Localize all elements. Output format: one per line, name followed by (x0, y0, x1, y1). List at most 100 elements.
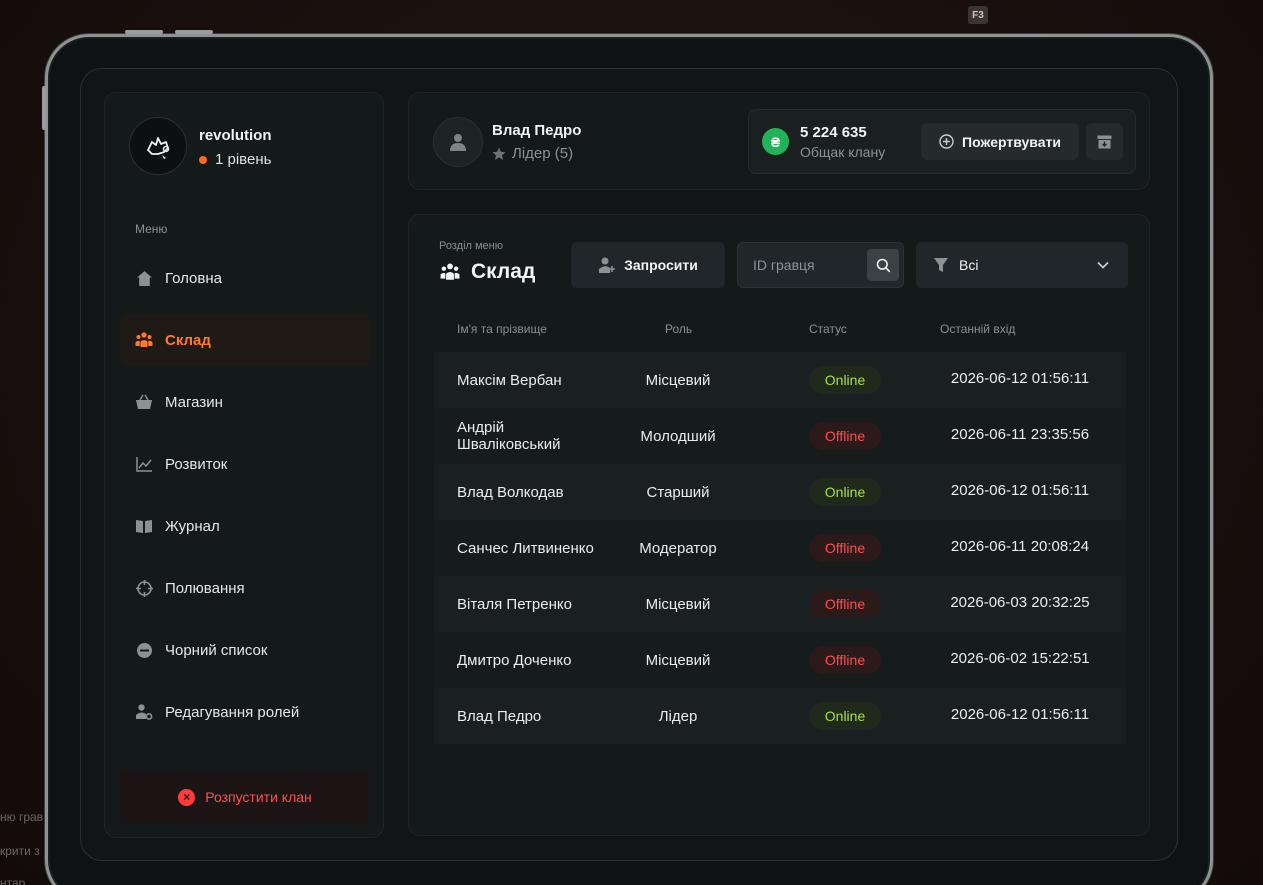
background-text: крити з (0, 844, 40, 858)
members-table: Максім Вербан Місцевий Online 2026-06-12… (434, 352, 1126, 744)
sidebar-item-label: Склад (165, 331, 211, 349)
table-row[interactable]: Віталя Петренко Місцевий Offline 2026-06… (434, 576, 1126, 632)
column-header-role: Роль (665, 322, 693, 336)
disband-clan-label: Розпустити клан (205, 789, 312, 805)
member-last-login: 2026-06-03 20:32:25 (950, 593, 1090, 611)
member-name: Віталя Петренко (457, 595, 572, 613)
section-label: Розділ меню (439, 240, 503, 252)
member-role: Модератор (639, 539, 717, 557)
member-last-login: 2026-06-11 20:08:24 (950, 537, 1090, 555)
invite-button[interactable]: Запросити (571, 242, 725, 288)
status-badge: Offline (809, 590, 881, 618)
star-icon (492, 147, 506, 160)
sidebar-item-shop[interactable]: Магазин (120, 376, 370, 428)
search-icon (876, 258, 890, 272)
user-gear-icon (135, 703, 153, 721)
user-icon (450, 134, 466, 151)
clan-bank: ₴ 5 224 635 Общак клану Пожертвувати (748, 109, 1136, 174)
player-role-text: Лідер (5) (512, 145, 574, 162)
sidebar-item-development[interactable]: Розвиток (120, 438, 370, 490)
table-row[interactable]: Максім Вербан Місцевий Online 2026-06-12… (434, 352, 1126, 408)
status-filter-select[interactable]: Всі (916, 242, 1128, 288)
table-row[interactable]: Влад Педро Лідер Online 2026-06-12 01:56… (434, 688, 1126, 744)
column-header-name: Ім'я та прізвище (457, 322, 547, 336)
donate-button[interactable]: Пожертвувати (921, 123, 1079, 160)
tablet-button (175, 30, 213, 34)
clan-level: 1 рівень (199, 151, 271, 168)
filter-icon (934, 258, 948, 272)
member-name: Дмитро Доченко (457, 651, 572, 669)
search-button[interactable] (867, 249, 899, 281)
member-last-login: 2026-06-02 15:22:51 (950, 649, 1090, 667)
status-badge: Offline (809, 422, 881, 450)
member-role: Старший (646, 483, 710, 501)
roster-panel: Розділ меню Склад Запросити Всі Ім'я та … (408, 214, 1150, 836)
member-role: Місцевий (645, 651, 711, 669)
player-name: Влад Педро (492, 122, 582, 139)
member-last-login: 2026-06-12 01:56:11 (950, 705, 1090, 723)
chart-icon (135, 455, 153, 473)
member-name: Максім Вербан (457, 371, 562, 389)
avatar (433, 117, 483, 167)
clan-name: revolution (199, 127, 272, 144)
page-title: Склад (439, 260, 535, 284)
chevron-down-icon (1097, 261, 1109, 269)
bank-label: Общак клану (800, 144, 886, 160)
boar-icon (147, 137, 170, 159)
sidebar-item-journal[interactable]: Журнал (120, 500, 370, 552)
sidebar-item-label: Чорний список (165, 641, 268, 659)
clan-logo (129, 117, 187, 175)
sidebar-item-roster[interactable]: Склад (120, 314, 370, 366)
disband-clan-button[interactable]: × Розпустити клан (120, 771, 370, 823)
table-row[interactable]: Санчес Литвиненко Модератор Offline 2026… (434, 520, 1126, 576)
block-icon (135, 641, 153, 659)
background-text: ню грав (0, 810, 44, 824)
member-role: Лідер (658, 707, 698, 725)
archive-icon (1097, 135, 1112, 148)
status-badge: Offline (809, 646, 881, 674)
status-badge: Online (809, 478, 881, 506)
sidebar-item-home[interactable]: Головна (120, 252, 370, 304)
level-dot (199, 155, 207, 164)
filter-value: Всі (959, 257, 979, 273)
member-name: Влад Педро (457, 707, 542, 725)
crosshair-icon (135, 579, 153, 597)
basket-icon (135, 393, 153, 411)
page-title-text: Склад (471, 260, 536, 283)
sidebar-item-label: Журнал (165, 517, 220, 535)
users-icon (135, 331, 153, 349)
home-icon (135, 269, 153, 287)
background-text: нтар (0, 876, 26, 885)
search-box (737, 242, 904, 288)
member-name: Влад Волкодав (457, 483, 564, 501)
status-badge: Offline (809, 534, 881, 562)
column-header-last-login: Останній вхід (940, 322, 1016, 336)
sidebar-item-edit-roles[interactable]: Редагування ролей (120, 686, 370, 738)
donate-label: Пожертвувати (962, 133, 1061, 150)
f3-key-hint: F3 (968, 6, 988, 24)
member-role: Місцевий (645, 595, 711, 613)
status-badge: Online (809, 702, 881, 730)
sidebar-item-label: Розвиток (165, 455, 228, 473)
tablet-button (42, 86, 46, 130)
menu-title: Меню (135, 222, 168, 236)
close-icon: × (178, 788, 196, 806)
player-role: Лідер (5) (492, 145, 573, 162)
plus-circle-icon (939, 134, 954, 149)
invite-label: Запросити (624, 257, 698, 273)
table-row[interactable]: Дмитро Доченко Місцевий Offline 2026-06-… (434, 632, 1126, 688)
sidebar-item-hunting[interactable]: Полювання (120, 562, 370, 614)
clan-level-text: 1 рівень (215, 151, 272, 168)
member-last-login: 2026-06-11 23:35:56 (950, 425, 1090, 443)
archive-button[interactable] (1086, 123, 1123, 160)
table-row[interactable]: Влад Волкодав Старший Online 2026-06-12 … (434, 464, 1126, 520)
sidebar-item-blacklist[interactable]: Чорний список (120, 624, 370, 676)
table-row[interactable]: Андрій Шваліковський Молодший Offline 20… (434, 408, 1126, 464)
book-icon (135, 517, 153, 535)
member-name: Санчес Литвиненко (457, 539, 594, 557)
member-role: Молодший (640, 427, 716, 445)
member-name: Андрій Шваліковський (457, 419, 561, 453)
hryvnia-coin-icon: ₴ (762, 128, 789, 155)
player-id-input[interactable] (738, 243, 863, 287)
bank-amount: 5 224 635 (800, 124, 867, 141)
